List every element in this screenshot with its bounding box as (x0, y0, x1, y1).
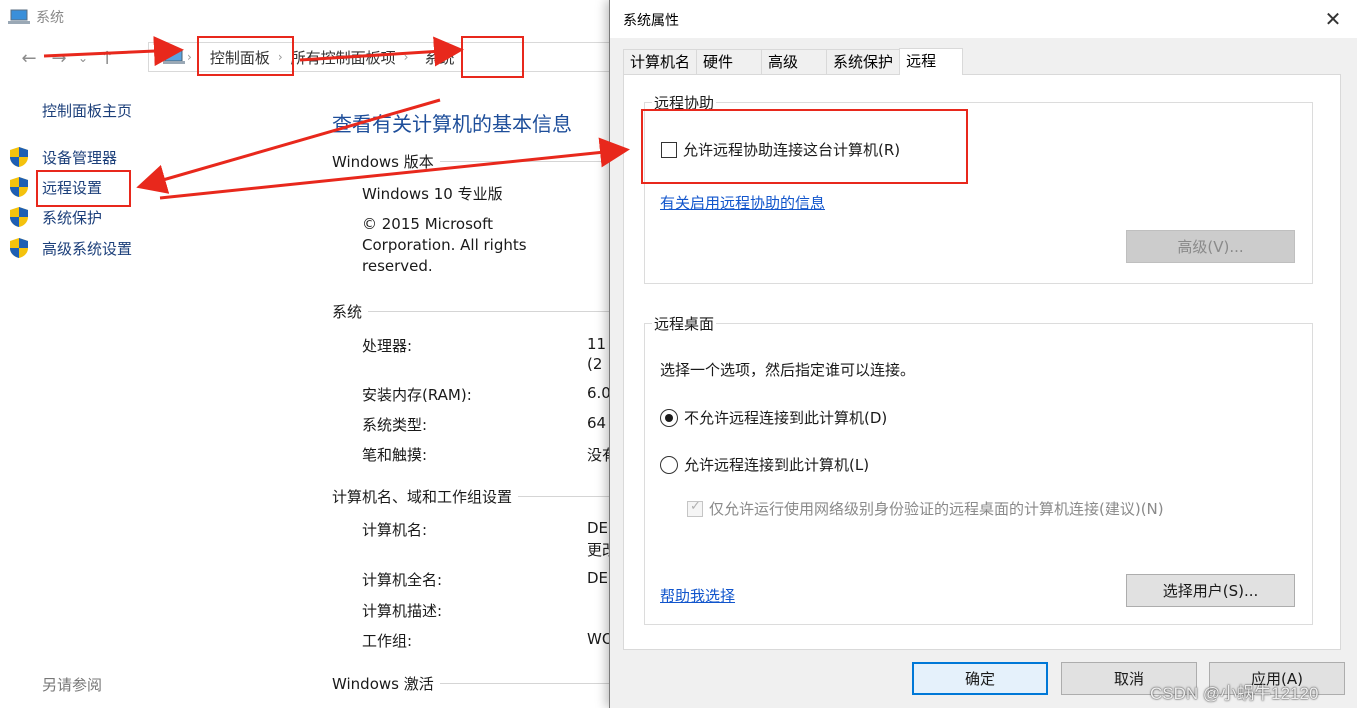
processor-label: 处理器: (362, 337, 413, 355)
breadcrumb-system[interactable]: 系统 (418, 47, 460, 68)
dialog-titlebar: 系统属性 ✕ (610, 0, 1357, 38)
select-users-button[interactable]: 选择用户(S)... (1126, 574, 1295, 607)
checkbox-label: 仅允许运行使用网络级别身份验证的远程桌面的计算机连接(建议)(N) (709, 500, 1164, 518)
copyright-text: © 2015 Microsoft Corporation. All rights… (362, 215, 527, 275)
watermark: CSDN @小蜗牛12120 (1150, 684, 1319, 703)
dialog-title: 系统属性 (623, 13, 679, 29)
control-panel-window: 系统 ← → ⌄ ↑ › 控制面板 › 所有控制面板项 › 系统 控制面板主页 … (0, 0, 620, 708)
task-label: 系统保护 (42, 208, 103, 227)
description-label: 计算机描述: (362, 602, 443, 620)
checkbox-box[interactable] (687, 499, 703, 517)
tab-system-protection[interactable]: 系统保护 (826, 49, 901, 75)
control-panel-icon (163, 50, 185, 64)
radio-label: 允许远程连接到此计算机(L) (684, 456, 870, 474)
task-advanced-system-settings[interactable]: 高级系统设置 (8, 237, 132, 259)
tab-computer-name[interactable]: 计算机名 (623, 49, 698, 75)
uac-shield-icon (10, 207, 28, 227)
workgroup-label: 工作组: (362, 632, 413, 650)
breadcrumb-separator-icon: › (403, 50, 409, 64)
highlight-box-allow-remote-assistance (641, 109, 968, 184)
allow-remote-radio[interactable]: 允许远程连接到此计算机(L) (660, 454, 869, 475)
deny-remote-radio[interactable]: 不允许远程连接到此计算机(D) (660, 407, 887, 428)
back-arrow-icon[interactable]: ← (14, 44, 44, 72)
section-header: Windows 版本 (332, 153, 434, 171)
control-panel-home-link[interactable]: 控制面板主页 (42, 100, 132, 121)
tab-strip: 计算机名 硬件 高级 系统保护 远程 (623, 48, 964, 75)
close-icon[interactable]: ✕ (1322, 8, 1344, 30)
section-header: 系统 (332, 303, 363, 321)
forward-arrow-icon[interactable]: → (44, 44, 74, 72)
edition-name: Windows 10 专业版 (362, 185, 503, 203)
nla-only-checkbox[interactable]: 仅允许运行使用网络级别身份验证的远程桌面的计算机连接(建议)(N) (687, 498, 1164, 519)
pen-touch-label: 笔和触摸: (362, 446, 428, 464)
ok-button[interactable]: 确定 (912, 662, 1048, 695)
uac-shield-icon (10, 177, 28, 197)
section-header: 计算机名、域和工作组设置 (332, 488, 513, 506)
system-properties-dialog: 系统属性 ✕ 计算机名 硬件 高级 系统保护 远程 远程协助 允许远程协助连接这… (609, 0, 1357, 708)
task-system-protection[interactable]: 系统保护 (8, 206, 102, 228)
breadcrumb-separator-icon: › (187, 50, 192, 64)
uac-shield-icon (10, 238, 28, 258)
up-arrow-icon[interactable]: ↑ (92, 44, 122, 72)
window-title: 系统 (36, 10, 64, 26)
task-label: 高级系统设置 (42, 239, 133, 258)
task-label: 设备管理器 (42, 148, 118, 167)
activation-section: Windows 激活 (332, 673, 620, 694)
instruction-text: 选择一个选项，然后指定谁可以连接。 (660, 361, 916, 379)
computer-icon (8, 9, 30, 24)
radio-button[interactable] (660, 455, 678, 474)
task-device-manager[interactable]: 设备管理器 (8, 146, 117, 168)
highlight-box-control-panel (197, 36, 294, 76)
recent-chevron-down-icon[interactable]: ⌄ (74, 44, 92, 72)
window-titlebar: 系统 (8, 6, 64, 28)
highlight-box-remote-settings (36, 170, 131, 207)
group-label: 远程桌面 (652, 313, 717, 334)
uac-shield-icon (10, 147, 28, 167)
tab-hardware[interactable]: 硬件 (696, 49, 763, 75)
remote-assistance-info-link[interactable]: 有关启用远程协助的信息 (660, 192, 825, 213)
tab-advanced[interactable]: 高级 (761, 49, 828, 75)
help-me-choose-link[interactable]: 帮助我选择 (660, 585, 735, 606)
page-title: 查看有关计算机的基本信息 (332, 112, 572, 136)
radio-button[interactable] (660, 408, 678, 427)
tab-remote[interactable]: 远程 (899, 48, 964, 75)
system-section: 系统 (332, 301, 620, 322)
remote-desktop-group: 远程桌面 选择一个选项，然后指定谁可以连接。 不允许远程连接到此计算机(D) 允… (644, 313, 1313, 625)
breadcrumb-all-items[interactable]: 所有控制面板项 (285, 47, 402, 68)
section-header: Windows 激活 (332, 675, 434, 693)
computer-name-label: 计算机名: (362, 521, 428, 539)
windows-edition-section: Windows 版本 (332, 151, 620, 172)
system-type-label: 系统类型: (362, 416, 428, 434)
radio-label: 不允许远程连接到此计算机(D) (684, 409, 888, 427)
see-also-heading: 另请参阅 (42, 676, 103, 694)
full-name-label: 计算机全名: (362, 571, 443, 589)
computer-name-section: 计算机名、域和工作组设置 (332, 486, 620, 507)
ram-label: 安装内存(RAM): (362, 386, 472, 404)
advanced-button[interactable]: 高级(V)... (1126, 230, 1295, 263)
highlight-box-system (461, 36, 524, 78)
